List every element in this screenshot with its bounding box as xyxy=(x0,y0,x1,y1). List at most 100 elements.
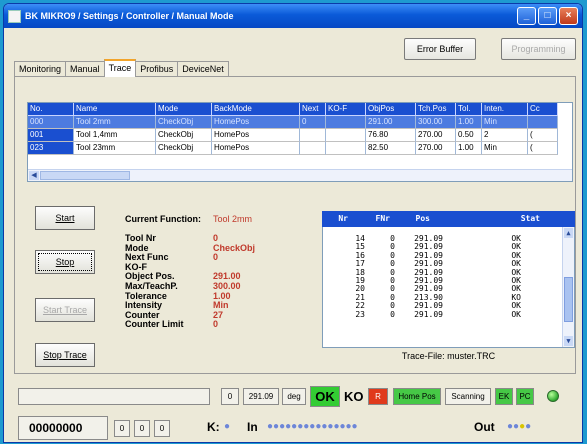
info-value: 0 xyxy=(213,252,219,263)
trace-col-pos: Pos xyxy=(415,214,430,223)
table-cell xyxy=(300,142,326,155)
table-cell: CheckObj xyxy=(156,129,212,142)
table-cell: 291.00 xyxy=(366,116,416,129)
trace-col-nr: Nr xyxy=(338,214,348,223)
column-header[interactable]: Inten. xyxy=(482,103,528,116)
trace-list[interactable]: 14 0 291.09 OK 15 0 291.09 OK 16 0 291.09 OK 17 0 2… xyxy=(322,227,575,348)
table-cell: 023 xyxy=(28,142,74,155)
tool-table[interactable]: No. Name Mode BackMode Next KO-F ObjPos … xyxy=(27,102,573,182)
tab-devicenet[interactable]: DeviceNet xyxy=(177,61,229,77)
tab-monitoring[interactable]: Monitoring xyxy=(14,61,67,77)
table-cell: Min xyxy=(482,142,528,155)
table-cell: CheckObj xyxy=(156,116,212,129)
window-title: BK MIKRO9 / Settings / Controller / Manu… xyxy=(25,11,234,21)
scrollbar-thumb[interactable] xyxy=(564,277,573,322)
table-row[interactable]: 000 Tool 2mm CheckObj HomePos 0 291.00 3… xyxy=(28,116,572,129)
function-number-field: 0 xyxy=(221,388,239,405)
table-cell: ( xyxy=(528,129,558,142)
tab-profibus[interactable]: Profibus xyxy=(135,61,179,77)
table-horizontal-scrollbar[interactable]: ◀ xyxy=(28,169,572,181)
column-header[interactable]: BackMode xyxy=(212,103,300,116)
table-cell: Tool 2mm xyxy=(74,116,156,129)
table-cell: 0.50 xyxy=(456,129,482,142)
trace-header: Nr FNr Pos Stat xyxy=(322,211,575,227)
table-cell xyxy=(326,142,366,155)
table-cell: HomePos xyxy=(212,142,300,155)
programming-button[interactable]: Programming xyxy=(501,38,576,60)
start-trace-button[interactable]: Start Trace xyxy=(35,298,95,322)
ko-label: KO xyxy=(344,389,364,404)
tab-trace[interactable]: Trace xyxy=(103,59,137,77)
table-cell: 000 xyxy=(28,116,74,129)
info-value: 0 xyxy=(213,319,219,330)
status-led-icon xyxy=(547,390,559,402)
table-header: No. Name Mode BackMode Next KO-F ObjPos … xyxy=(28,103,572,116)
current-function-value: Tool 2mm xyxy=(213,214,253,224)
table-cell: ( xyxy=(528,142,558,155)
small-field: 0 xyxy=(134,420,150,437)
tab-manual[interactable]: Manual xyxy=(65,61,105,77)
column-header[interactable]: Mode xyxy=(156,103,212,116)
table-cell: 1.00 xyxy=(456,116,482,129)
stop-trace-button[interactable]: Stop Trace xyxy=(35,343,95,367)
counter-field: 00000000 xyxy=(18,416,108,440)
trace-col-fnr: FNr xyxy=(375,214,390,223)
table-cell: CheckObj xyxy=(156,142,212,155)
table-cell: 300.00 xyxy=(416,116,456,129)
home-pos-indicator: Home Pos xyxy=(393,388,441,405)
table-cell: 0 xyxy=(300,116,326,129)
table-cell: 270.00 xyxy=(416,129,456,142)
column-header[interactable]: Name xyxy=(74,103,156,116)
output-bulbs-icon: ●●●● xyxy=(507,421,532,432)
app-window: BK MIKRO9 / Settings / Controller / Manu… xyxy=(3,3,583,443)
stop-button[interactable]: Stop xyxy=(35,250,95,274)
table-row[interactable]: 023 Tool 23mm CheckObj HomePos 82.50 270… xyxy=(28,142,572,155)
trace-row: 23 0 291.09 OK xyxy=(355,309,521,319)
maximize-button[interactable]: □ xyxy=(538,7,557,25)
table-cell xyxy=(300,129,326,142)
status-message-field xyxy=(18,388,210,405)
ek-indicator: EK xyxy=(495,388,513,405)
in-label: In xyxy=(247,420,258,434)
pc-indicator: PC xyxy=(516,388,534,405)
error-buffer-button[interactable]: Error Buffer xyxy=(404,38,476,60)
table-cell: 1.00 xyxy=(456,142,482,155)
table-cell: 76.80 xyxy=(366,129,416,142)
unit-field: deg xyxy=(282,388,306,405)
position-field: 291.09 xyxy=(243,388,279,405)
table-cell: 2 xyxy=(482,129,528,142)
column-header[interactable]: Next xyxy=(300,103,326,116)
table-cell: Tool 1,4mm xyxy=(74,129,156,142)
column-header[interactable]: KO-F xyxy=(326,103,366,116)
title-bar: BK MIKRO9 / Settings / Controller / Manu… xyxy=(4,4,582,28)
table-cell xyxy=(326,129,366,142)
current-function-panel: Current Function: Tool 2mm Tool Nr 0 Mode… xyxy=(125,214,305,330)
minimize-button[interactable]: _ xyxy=(517,7,536,25)
trace-file-label: Trace-File: muster.TRC xyxy=(401,351,496,361)
table-cell: HomePos xyxy=(212,129,300,142)
scroll-left-icon[interactable]: ◀ xyxy=(29,171,39,180)
column-header[interactable]: Cc xyxy=(528,103,558,116)
k-bulb-icon: ● xyxy=(224,421,231,432)
scrollbar-thumb[interactable] xyxy=(40,171,130,180)
column-header[interactable]: No. xyxy=(28,103,74,116)
column-header[interactable]: Tch.Pos xyxy=(416,103,456,116)
close-button[interactable]: × xyxy=(559,7,578,25)
scroll-down-icon[interactable]: ▼ xyxy=(564,336,573,346)
table-cell: 82.50 xyxy=(366,142,416,155)
table-cell: 270.00 xyxy=(416,142,456,155)
scroll-up-icon[interactable]: ▲ xyxy=(564,228,573,238)
tab-bar: Monitoring Manual Trace Profibus DeviceN… xyxy=(14,59,229,77)
r-indicator: R xyxy=(368,388,388,405)
column-header[interactable]: Tol. xyxy=(456,103,482,116)
tab-panel: No. Name Mode BackMode Next KO-F ObjPos … xyxy=(14,76,576,374)
scanning-indicator: Scanning xyxy=(445,388,491,405)
ok-indicator: OK xyxy=(310,386,340,407)
trace-vertical-scrollbar[interactable]: ▲ ▼ xyxy=(562,227,574,347)
small-field: 0 xyxy=(114,420,130,437)
start-button[interactable]: Start xyxy=(35,206,95,230)
current-function-label: Current Function: xyxy=(125,214,201,224)
trace-panel: Nr FNr Pos Stat 14 0 291.09 OK 15 0 291.09 OK … xyxy=(322,211,575,366)
table-row[interactable]: 001 Tool 1,4mm CheckObj HomePos 76.80 27… xyxy=(28,129,572,142)
column-header[interactable]: ObjPos xyxy=(366,103,416,116)
